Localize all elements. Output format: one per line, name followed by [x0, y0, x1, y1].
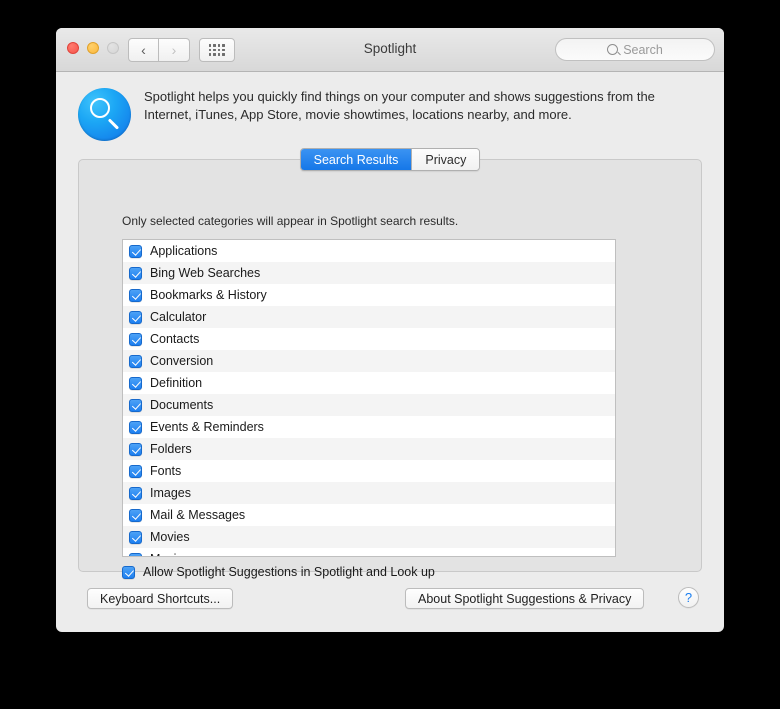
- search-placeholder: Search: [623, 42, 663, 57]
- allow-suggestions-checkbox[interactable]: [122, 565, 135, 579]
- window-titlebar: ‹ › Spotlight Search: [56, 28, 724, 72]
- category-label: Music: [150, 552, 183, 556]
- category-label: Bookmarks & History: [150, 288, 267, 302]
- spotlight-banner: Spotlight helps you quickly find things …: [56, 72, 724, 141]
- allow-suggestions-row[interactable]: Allow Spotlight Suggestions in Spotlight…: [122, 565, 435, 579]
- category-row[interactable]: Contacts: [123, 328, 615, 350]
- category-row[interactable]: Bookmarks & History: [123, 284, 615, 306]
- category-label: Events & Reminders: [150, 420, 264, 434]
- category-checkbox[interactable]: [129, 310, 142, 324]
- category-label: Calculator: [150, 310, 207, 324]
- tab-search-results[interactable]: Search Results: [300, 149, 412, 170]
- tab-bar: Search Results Privacy: [78, 148, 702, 171]
- category-checkbox[interactable]: [129, 464, 142, 478]
- panel-hint-text: Only selected categories will appear in …: [122, 214, 459, 228]
- category-checkbox[interactable]: [129, 332, 142, 346]
- tab-privacy[interactable]: Privacy: [411, 149, 480, 170]
- search-icon: [607, 44, 619, 55]
- category-label: Definition: [150, 376, 203, 390]
- category-list[interactable]: Applications Bing Web Searches Bookmarks &…: [122, 239, 616, 557]
- category-label: Folders: [150, 442, 192, 456]
- category-label: Movies: [150, 530, 190, 544]
- spotlight-preferences-window: ‹ › Spotlight Search Spotlight helps you…: [56, 28, 724, 632]
- window-footer: Keyboard Shortcuts... About Spotlight Su…: [56, 584, 724, 632]
- allow-suggestions-label: Allow Spotlight Suggestions in Spotlight…: [143, 565, 435, 579]
- category-checkbox[interactable]: [129, 398, 142, 412]
- category-checkbox[interactable]: [129, 354, 142, 368]
- category-label: Images: [150, 486, 191, 500]
- spotlight-search-icon: [78, 88, 131, 141]
- category-row[interactable]: Definition: [123, 372, 615, 394]
- category-row[interactable]: Applications: [123, 240, 615, 262]
- category-row[interactable]: Movies: [123, 526, 615, 548]
- help-button[interactable]: ?: [678, 587, 699, 608]
- category-row[interactable]: Mail & Messages: [123, 504, 615, 526]
- category-label: Documents: [150, 398, 214, 412]
- category-checkbox[interactable]: [129, 552, 142, 556]
- category-checkbox[interactable]: [129, 486, 142, 500]
- category-label: Conversion: [150, 354, 214, 368]
- spotlight-description: Spotlight helps you quickly find things …: [144, 89, 655, 122]
- category-checkbox[interactable]: [129, 244, 142, 258]
- category-label: Fonts: [150, 464, 182, 478]
- category-row[interactable]: Music: [123, 548, 615, 556]
- category-checkbox[interactable]: [129, 266, 142, 280]
- category-row[interactable]: Images: [123, 482, 615, 504]
- category-row[interactable]: Conversion: [123, 350, 615, 372]
- category-checkbox[interactable]: [129, 288, 142, 302]
- category-checkbox[interactable]: [129, 508, 142, 522]
- category-row[interactable]: Fonts: [123, 460, 615, 482]
- category-label: Mail & Messages: [150, 508, 246, 522]
- category-label: Applications: [150, 244, 218, 258]
- tab-panel: Search Results Privacy Only selected cat…: [78, 148, 702, 579]
- search-results-panel: Only selected categories will appear in …: [78, 159, 702, 579]
- about-spotlight-privacy-button[interactable]: About Spotlight Suggestions & Privacy: [405, 588, 645, 609]
- category-label: Bing Web Searches: [150, 266, 261, 280]
- category-row[interactable]: Events & Reminders: [123, 416, 615, 438]
- category-checkbox[interactable]: [129, 530, 142, 544]
- keyboard-shortcuts-button[interactable]: Keyboard Shortcuts...: [87, 588, 234, 609]
- category-row[interactable]: Bing Web Searches: [123, 262, 615, 284]
- search-input[interactable]: Search: [555, 38, 715, 61]
- category-row[interactable]: Folders: [123, 438, 615, 460]
- category-checkbox[interactable]: [129, 376, 142, 390]
- category-checkbox[interactable]: [129, 442, 142, 456]
- category-checkbox[interactable]: [129, 420, 142, 434]
- category-row[interactable]: Documents: [123, 394, 615, 416]
- category-row[interactable]: Calculator: [123, 306, 615, 328]
- category-label: Contacts: [150, 332, 200, 346]
